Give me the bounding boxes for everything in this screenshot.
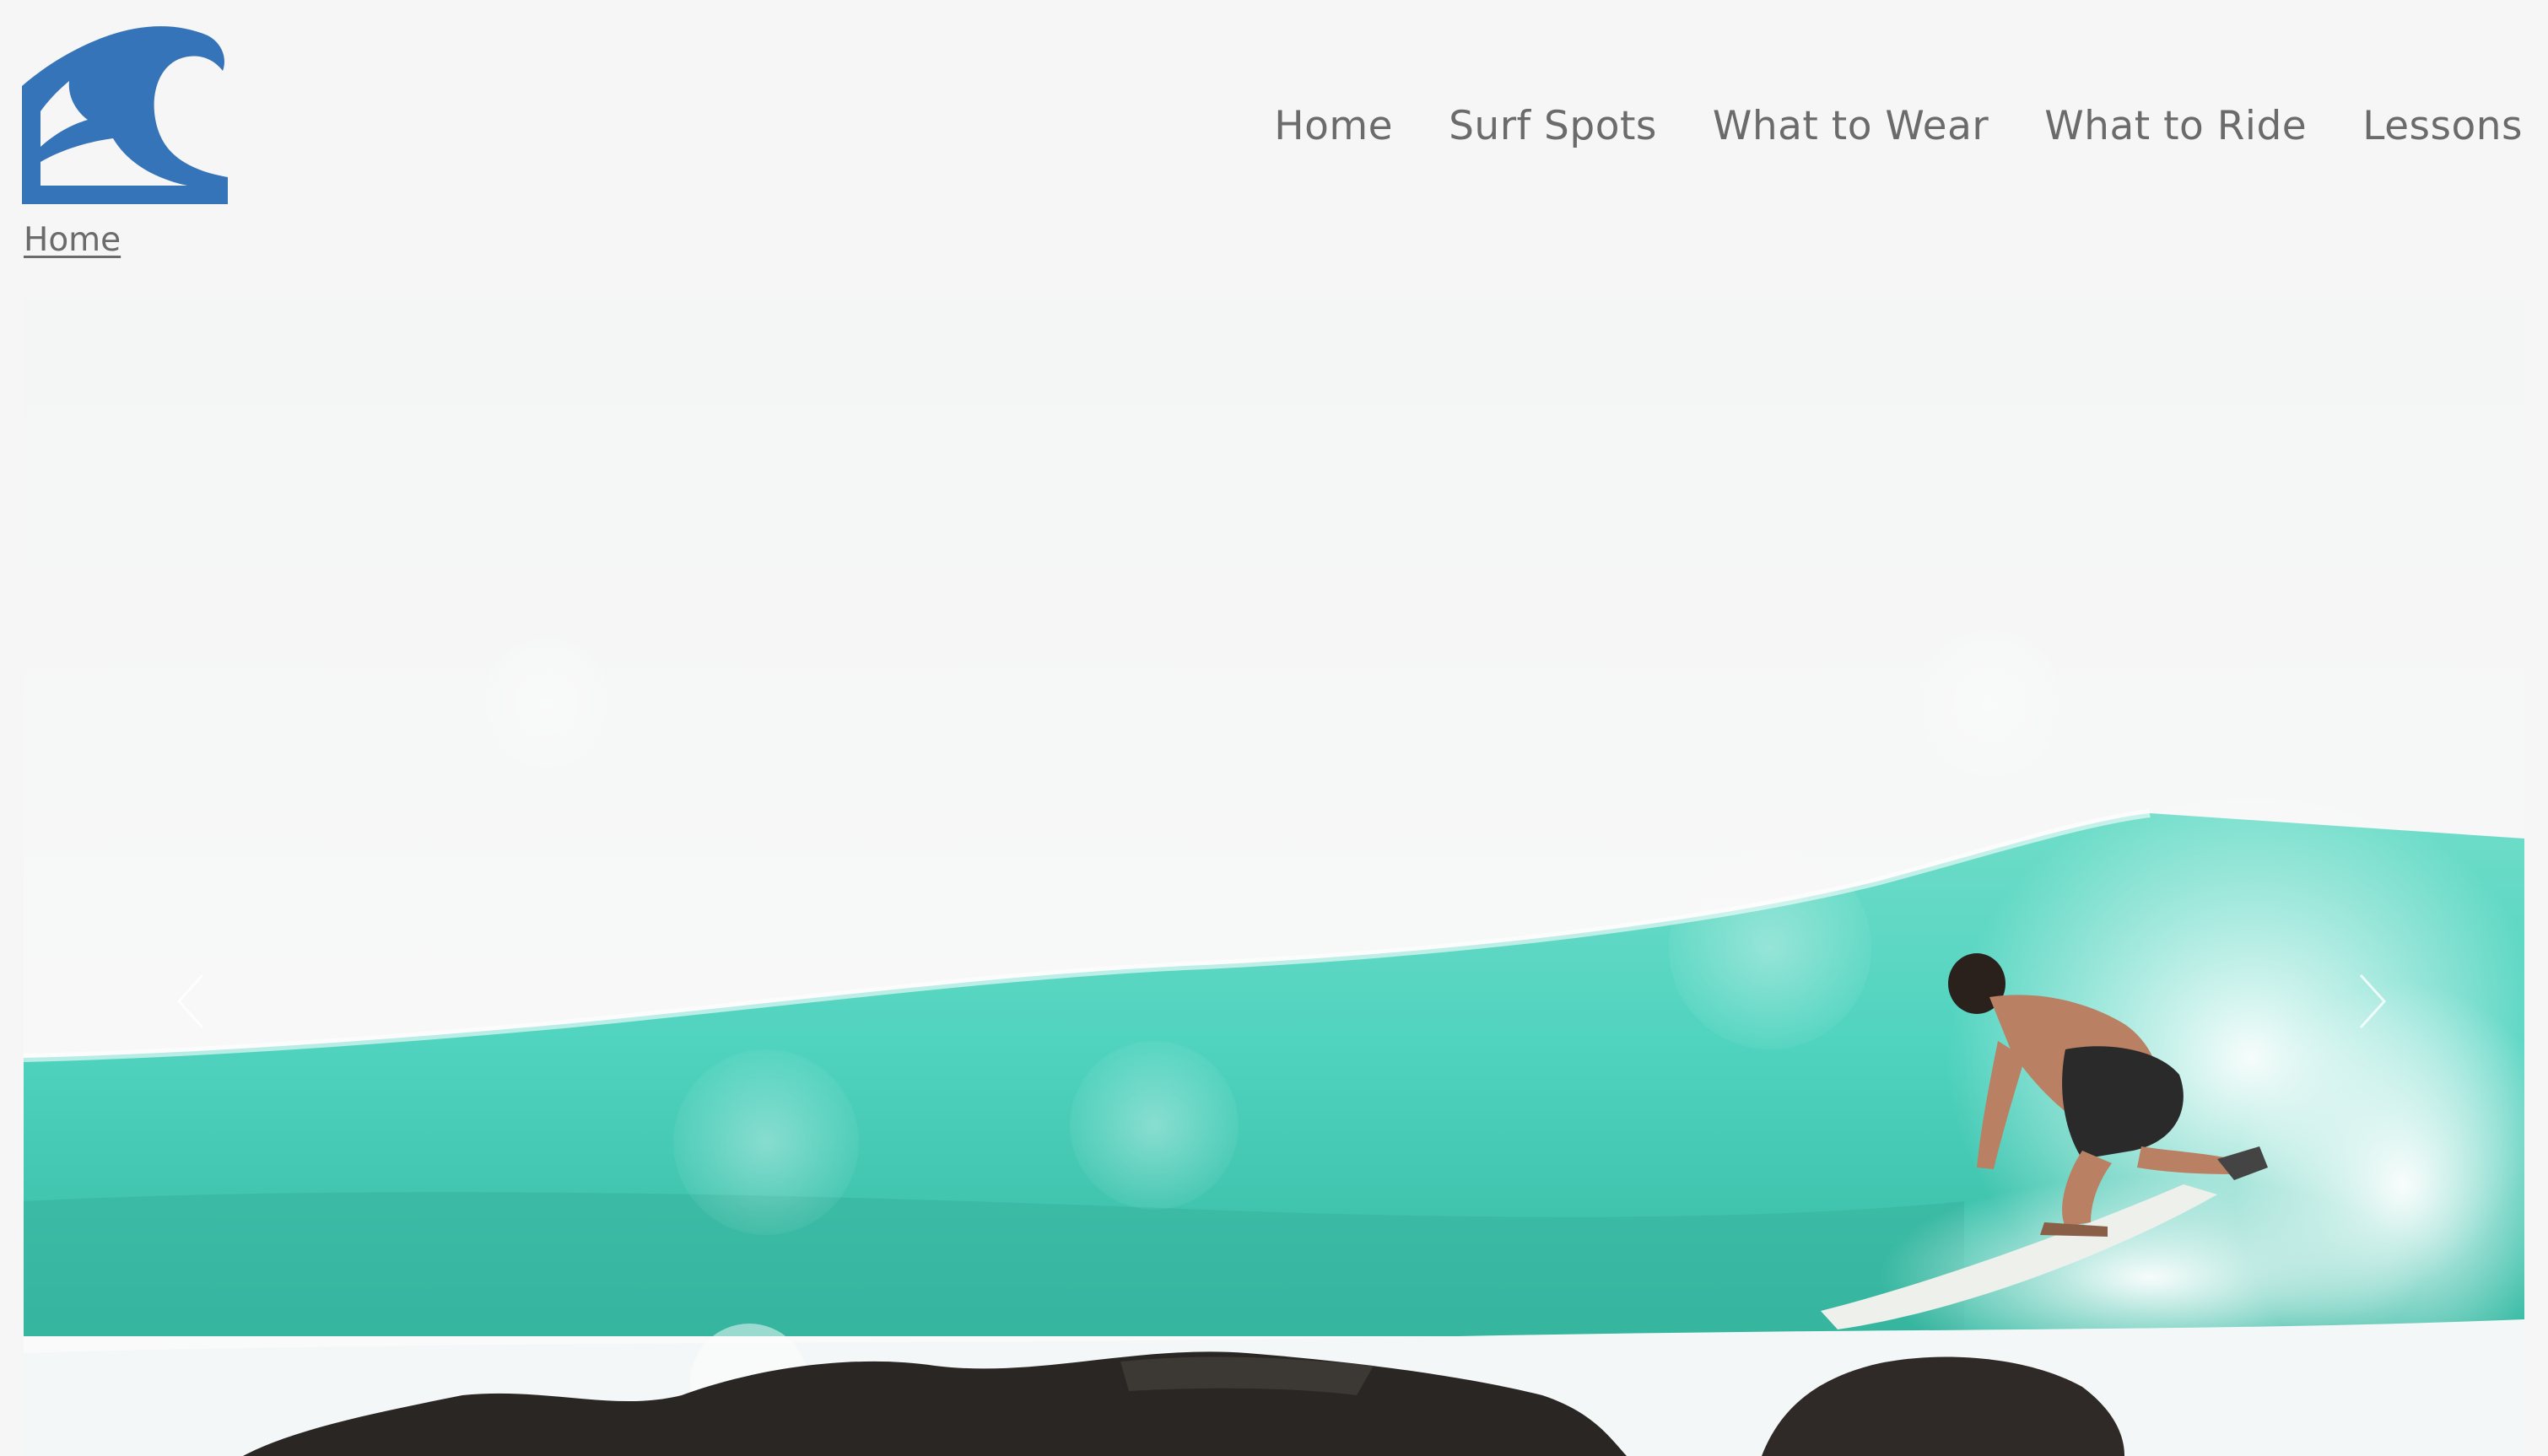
nav-item-what-to-ride[interactable]: What to Ride <box>2044 103 2307 149</box>
nav-item-what-to-wear[interactable]: What to Wear <box>1713 103 1989 149</box>
breadcrumb-home[interactable]: Home <box>24 221 121 259</box>
hero-image <box>24 299 2524 1456</box>
nav-item-lessons[interactable]: Lessons <box>2362 103 2523 149</box>
page: Home Surf Spots What to Wear What to Rid… <box>0 0 2548 1456</box>
chevron-right-icon[interactable] <box>2356 972 2389 1031</box>
main-nav: Home Surf Spots What to Wear What to Rid… <box>1274 103 2523 149</box>
chevron-left-icon[interactable] <box>174 972 208 1031</box>
nav-item-surf-spots[interactable]: Surf Spots <box>1449 103 1657 149</box>
nav-item-home[interactable]: Home <box>1274 103 1393 149</box>
wave-logo-icon[interactable] <box>22 20 228 204</box>
surfer-riding-wave-photo <box>24 299 2524 1456</box>
